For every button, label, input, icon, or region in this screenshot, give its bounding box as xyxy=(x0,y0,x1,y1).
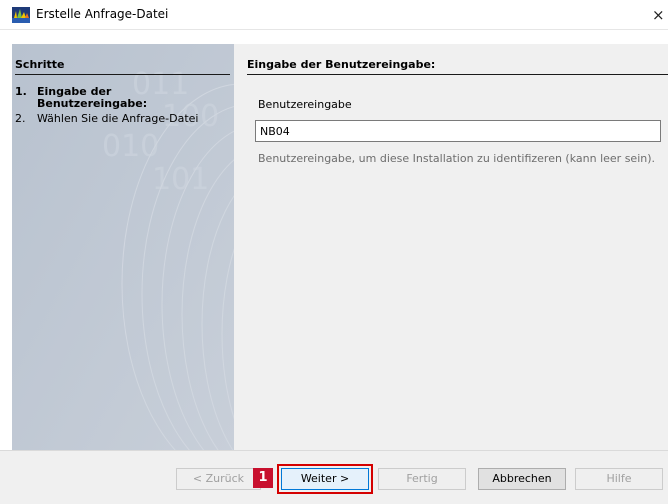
title-bar: Erstelle Anfrage-Datei × xyxy=(0,0,668,30)
steps-panel: 011 100 010 101 Schritte 1. Eingabe der … xyxy=(12,44,234,450)
steps-divider xyxy=(15,74,230,75)
cancel-button[interactable]: Abbrechen xyxy=(478,468,566,490)
content-divider xyxy=(247,74,668,75)
app-logo-icon xyxy=(12,7,30,23)
user-input-field[interactable] xyxy=(255,120,661,142)
steps-header: Schritte xyxy=(15,58,65,71)
help-button[interactable]: Hilfe xyxy=(575,468,663,490)
step-label-line2: Benutzereingabe: xyxy=(37,97,148,110)
step-label: Wählen Sie die Anfrage-Datei xyxy=(37,112,199,125)
finish-button[interactable]: Fertig xyxy=(378,468,466,490)
step-number: 1. xyxy=(15,85,27,98)
svg-text:101: 101 xyxy=(152,162,209,197)
window-title: Erstelle Anfrage-Datei xyxy=(36,7,169,21)
content-header: Eingabe der Benutzereingabe: xyxy=(247,58,436,71)
next-button[interactable]: Weiter > xyxy=(281,468,369,490)
content-panel: Eingabe der Benutzereingabe: Benutzerein… xyxy=(234,44,668,450)
step-marker-badge: 1 xyxy=(253,468,273,488)
step-label: Eingabe der Benutzereingabe: xyxy=(37,86,234,110)
close-icon[interactable]: × xyxy=(652,0,668,30)
svg-text:010: 010 xyxy=(102,129,159,164)
step-number: 2. xyxy=(15,112,26,125)
user-input-hint: Benutzereingabe, um diese Installation z… xyxy=(258,152,656,165)
user-input-label: Benutzereingabe xyxy=(258,98,352,111)
button-bar: < Zurück 1 Weiter > Fertig Abbrechen Hil… xyxy=(0,450,668,504)
back-button[interactable]: < Zurück xyxy=(176,468,261,490)
